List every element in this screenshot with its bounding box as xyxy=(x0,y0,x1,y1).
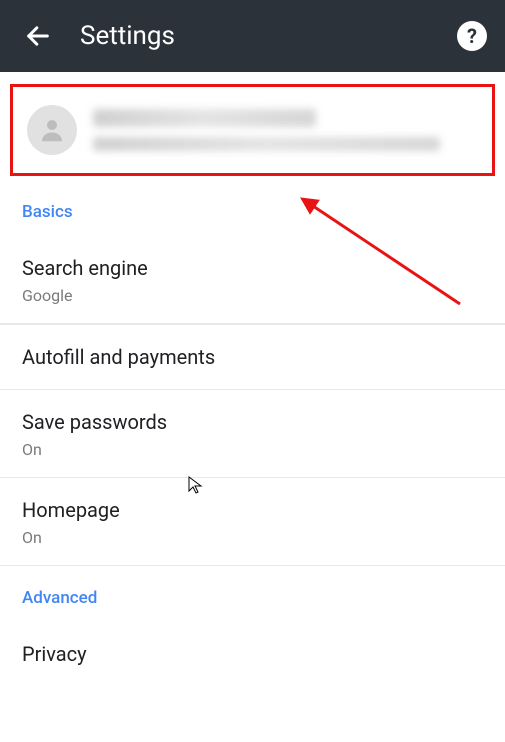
page-title: Settings xyxy=(80,21,457,51)
setting-autofill-payments[interactable]: Autofill and payments xyxy=(0,324,505,390)
setting-homepage[interactable]: Homepage On xyxy=(0,478,505,566)
account-email-redacted xyxy=(93,137,440,151)
section-advanced-header: Advanced xyxy=(0,566,505,622)
item-title: Search engine xyxy=(22,254,483,282)
avatar xyxy=(27,105,77,155)
item-sub: On xyxy=(22,440,483,459)
item-title: Autofill and payments xyxy=(22,343,483,371)
back-icon[interactable] xyxy=(18,16,58,56)
item-sub: Google xyxy=(22,286,483,305)
account-text xyxy=(93,109,478,151)
help-icon[interactable]: ? xyxy=(457,21,487,51)
setting-search-engine[interactable]: Search engine Google xyxy=(0,236,505,324)
item-title: Homepage xyxy=(22,496,483,524)
app-header: Settings ? xyxy=(0,0,505,72)
item-title: Save passwords xyxy=(22,408,483,436)
account-name-redacted xyxy=(93,109,316,127)
settings-content: Basics Search engine Google Autofill and… xyxy=(0,84,505,696)
item-sub: On xyxy=(22,528,483,547)
setting-save-passwords[interactable]: Save passwords On xyxy=(0,390,505,478)
setting-privacy[interactable]: Privacy xyxy=(0,622,505,696)
account-row[interactable] xyxy=(10,84,495,176)
section-basics-header: Basics xyxy=(0,194,505,236)
item-title: Privacy xyxy=(22,640,483,668)
